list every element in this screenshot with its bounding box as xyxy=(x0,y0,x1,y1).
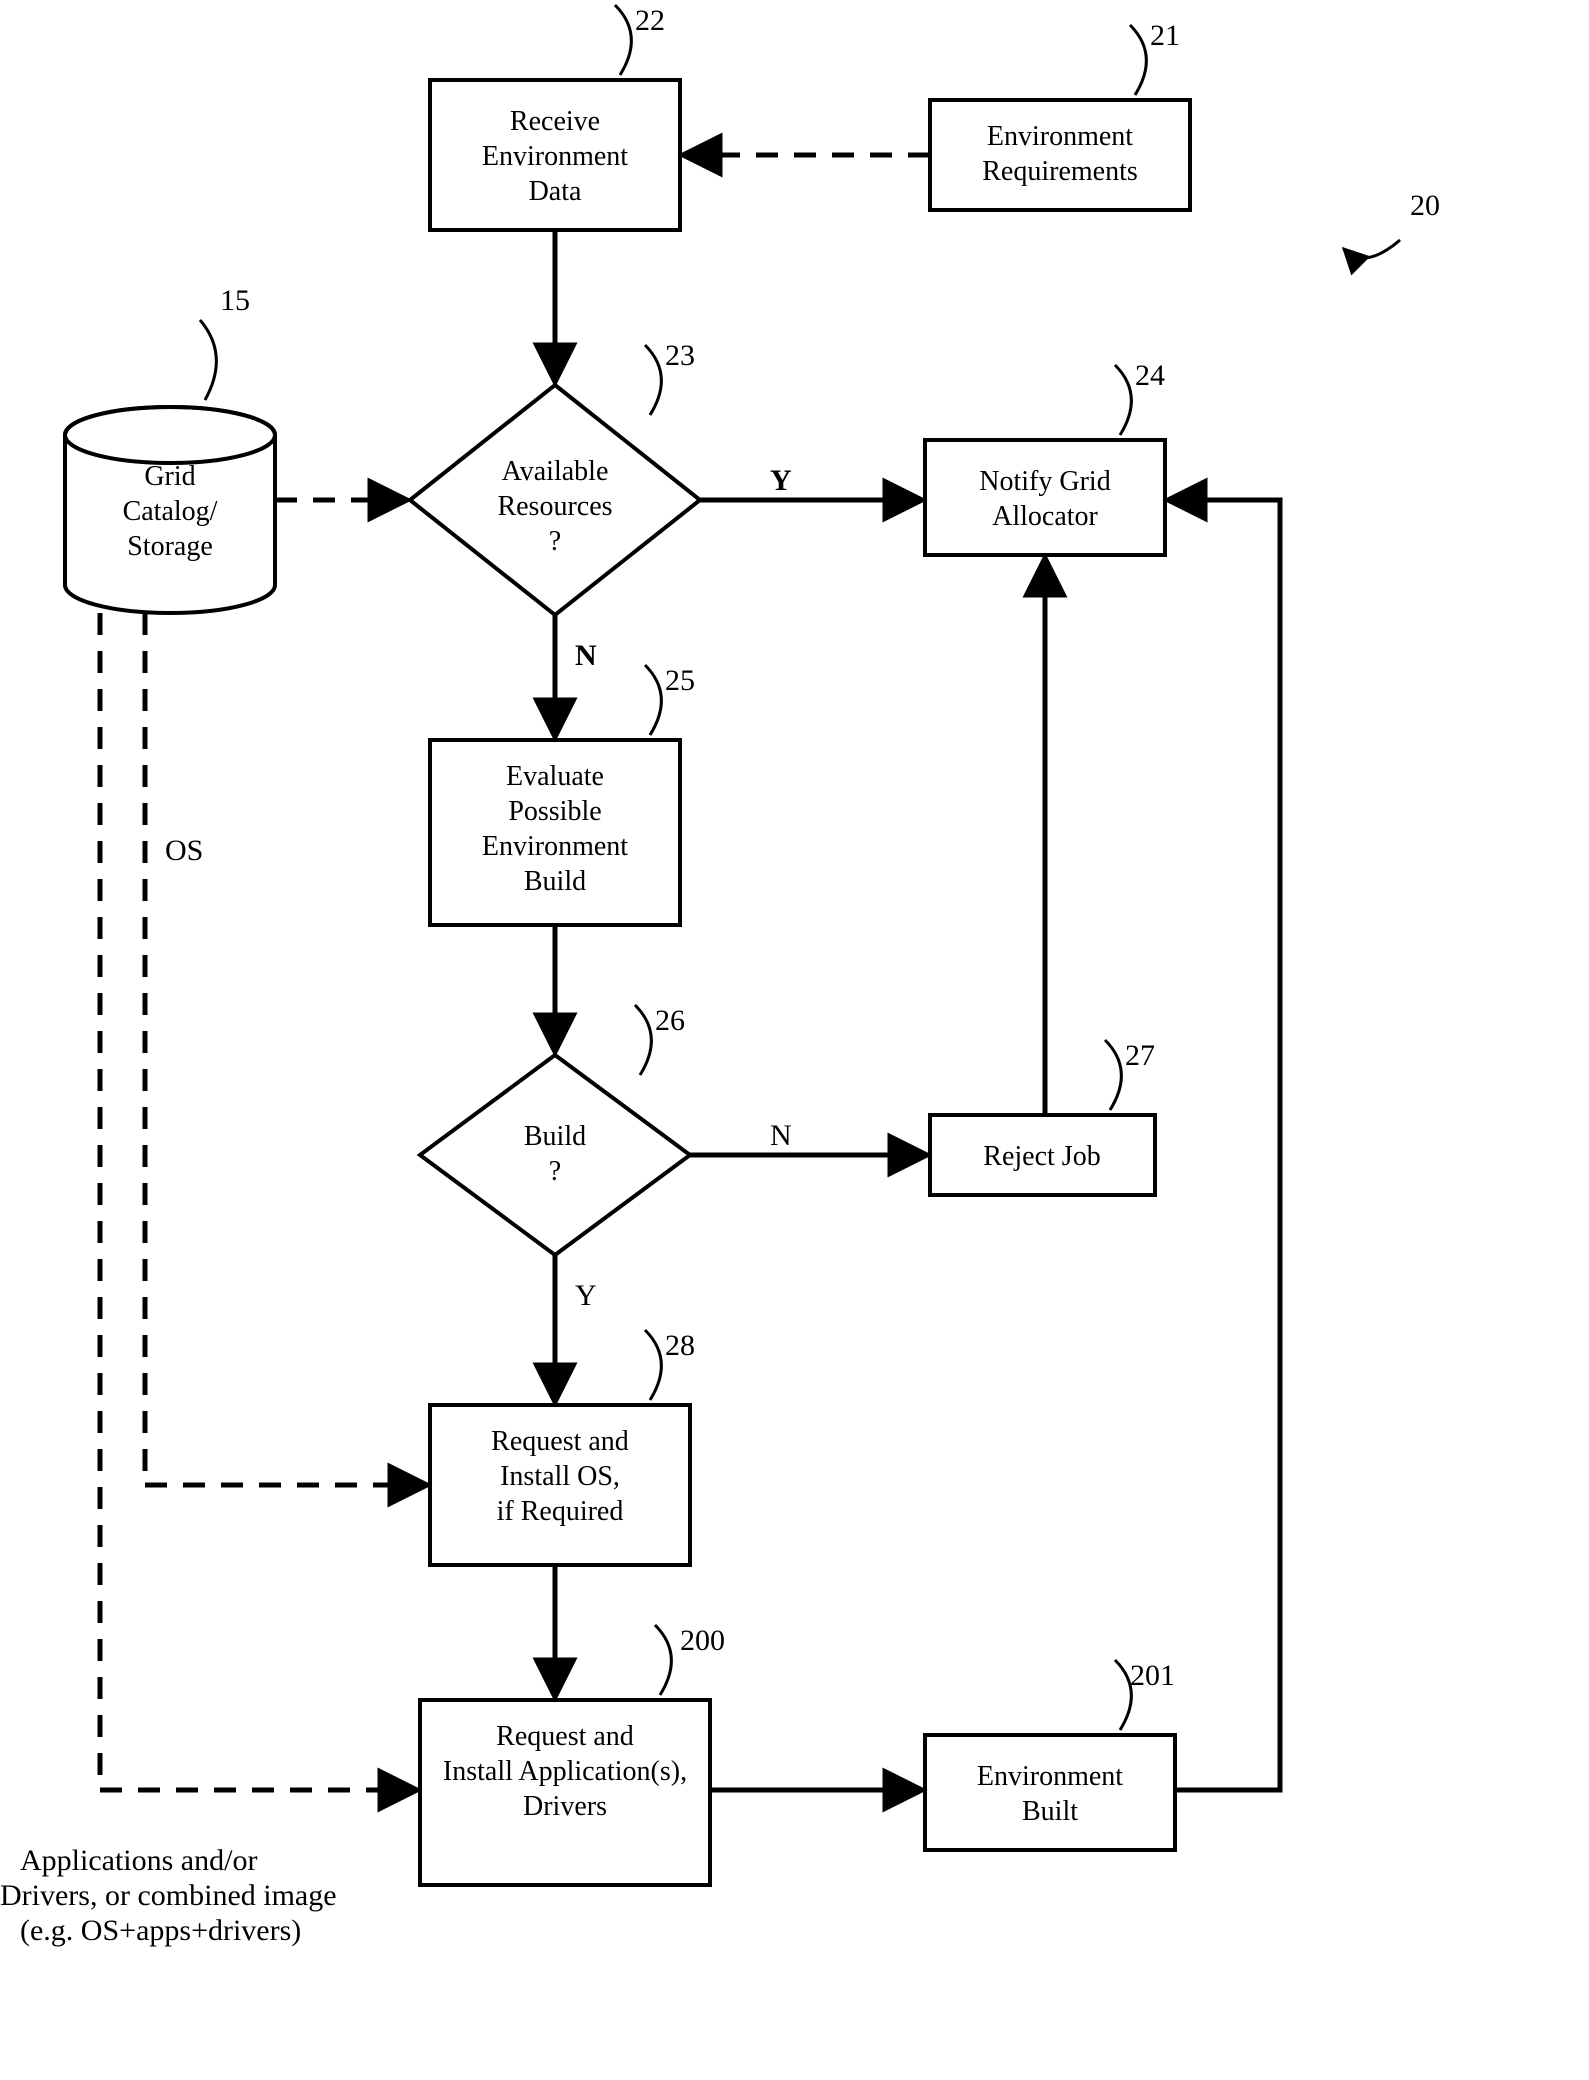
ref-label: 26 xyxy=(655,1004,685,1037)
edge-label-n: N xyxy=(575,639,597,672)
node-text: Request andInstall OS,if Required xyxy=(491,1426,629,1527)
node-request-install-os: Request andInstall OS,if Required 28 xyxy=(430,1329,695,1565)
node-request-install-apps-drivers: Request andInstall Application(s),Driver… xyxy=(420,1624,725,1885)
node-notify-grid-allocator: Notify GridAllocator 24 xyxy=(925,359,1165,555)
ref-label: 200 xyxy=(680,1624,725,1657)
node-available-resources: AvailableResources? 23 xyxy=(410,339,700,615)
edge-label-os: OS xyxy=(165,834,203,867)
node-receive-environment-data: ReceiveEnvironmentData 22 xyxy=(430,4,680,230)
edge-label-y: Y xyxy=(770,464,792,497)
node-environment-requirements: EnvironmentRequirements 21 xyxy=(930,19,1190,210)
edge-label-y: Y xyxy=(575,1279,597,1312)
ref-label: 20 xyxy=(1410,189,1440,222)
ref-label: 24 xyxy=(1135,359,1165,392)
ref-label: 15 xyxy=(220,284,250,317)
ref-label: 27 xyxy=(1125,1039,1155,1072)
edge-201-24 xyxy=(1170,500,1280,1790)
node-text: Reject Job xyxy=(983,1141,1100,1172)
ref-label: 23 xyxy=(665,339,695,372)
edge-label-n: N xyxy=(770,1119,792,1152)
edge-label-apps: Applications and/orDrivers, or combined … xyxy=(0,1844,337,1947)
ref-label: 28 xyxy=(665,1329,695,1362)
figure-ref: 20 xyxy=(1345,189,1440,258)
ref-label: 21 xyxy=(1150,19,1180,52)
node-evaluate-possible-environment-build: EvaluatePossibleEnvironmentBuild 25 xyxy=(430,664,695,925)
node-grid-catalog-storage: GridCatalog/Storage 15 xyxy=(65,284,275,613)
node-environment-built: EnvironmentBuilt 201 xyxy=(925,1659,1175,1850)
ref-label: 22 xyxy=(635,4,665,37)
ref-label: 25 xyxy=(665,664,695,697)
ref-label: 201 xyxy=(1130,1659,1175,1692)
